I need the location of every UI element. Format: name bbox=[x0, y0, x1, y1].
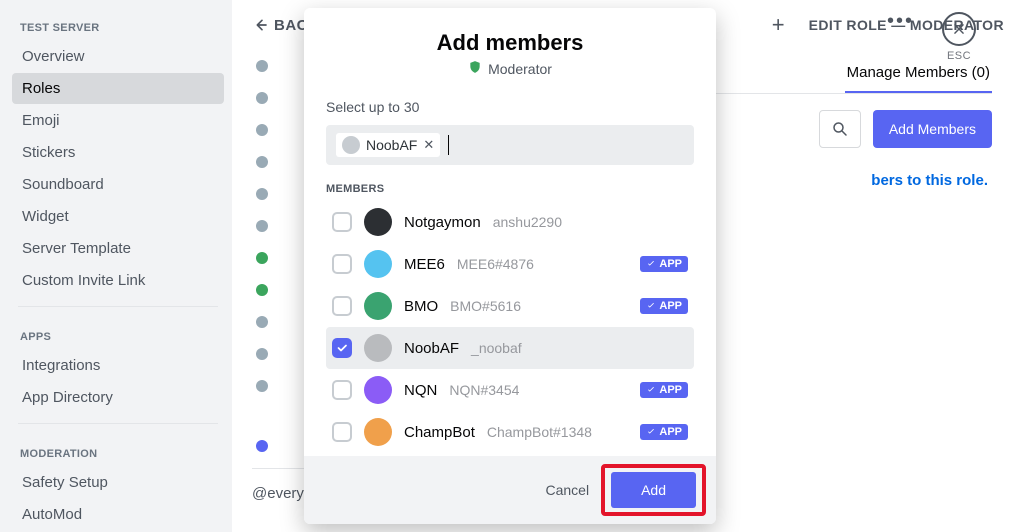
role-color-dot bbox=[256, 252, 268, 264]
member-search-input[interactable] bbox=[457, 134, 684, 156]
modal-title: Add members bbox=[324, 30, 696, 56]
member-tag: NQN#3454 bbox=[449, 382, 519, 398]
settings-sidebar: TEST SERVER Overview Roles Emoji Sticker… bbox=[0, 0, 232, 532]
close-icon[interactable] bbox=[942, 12, 976, 46]
sidebar-item-soundboard[interactable]: Soundboard bbox=[12, 169, 224, 200]
member-name: Notgaymon bbox=[404, 214, 481, 231]
member-name: NQN bbox=[404, 382, 437, 399]
esc-label: ESC bbox=[947, 50, 971, 62]
app-badge: APP bbox=[640, 424, 688, 440]
members-list[interactable]: Notgaymon anshu2290MEE6 MEE6#4876APPBMO … bbox=[326, 201, 706, 456]
sidebar-item-emoji[interactable]: Emoji bbox=[12, 105, 224, 136]
select-limit-hint: Select up to 30 bbox=[326, 99, 694, 115]
member-tag: anshu2290 bbox=[493, 214, 562, 230]
sidebar-category-server: TEST SERVER bbox=[12, 8, 224, 40]
modal-role-name: Moderator bbox=[488, 61, 552, 77]
members-heading: MEMBERS bbox=[326, 183, 694, 195]
sidebar-item-integrations[interactable]: Integrations bbox=[12, 350, 224, 381]
add-members-button[interactable]: Add Members bbox=[873, 110, 992, 148]
member-tag: _noobaf bbox=[471, 340, 522, 356]
member-tag: BMO#5616 bbox=[450, 298, 521, 314]
member-checkbox[interactable] bbox=[332, 380, 352, 400]
role-color-dot bbox=[256, 156, 268, 168]
text-cursor bbox=[448, 135, 449, 155]
sidebar-item-custom-invite[interactable]: Custom Invite Link bbox=[12, 265, 224, 296]
selected-member-chip[interactable]: NoobAF ✕ bbox=[336, 133, 440, 157]
app-badge: APP bbox=[640, 256, 688, 272]
add-button[interactable]: Add bbox=[611, 472, 696, 508]
arrow-left-icon bbox=[252, 17, 268, 33]
modal-subtitle: Moderator bbox=[324, 60, 696, 77]
sidebar-item-app-directory[interactable]: App Directory bbox=[12, 382, 224, 413]
member-checkbox[interactable] bbox=[332, 422, 352, 442]
modal-header: Add members Moderator bbox=[304, 8, 716, 83]
sidebar-item-stickers[interactable]: Stickers bbox=[12, 137, 224, 168]
avatar bbox=[364, 376, 392, 404]
search-members-button[interactable] bbox=[819, 110, 861, 148]
sidebar-item-widget[interactable]: Widget bbox=[12, 201, 224, 232]
role-color-dot bbox=[256, 124, 268, 136]
role-color-dot bbox=[256, 440, 268, 452]
member-search-box[interactable]: NoobAF ✕ bbox=[326, 125, 694, 165]
member-name: ChampBot bbox=[404, 424, 475, 441]
sidebar-separator bbox=[18, 423, 218, 424]
search-icon bbox=[831, 120, 849, 138]
member-checkbox[interactable] bbox=[332, 296, 352, 316]
member-checkbox[interactable] bbox=[332, 212, 352, 232]
member-row[interactable]: MEE6 MEE6#4876 APP bbox=[326, 243, 694, 285]
member-row[interactable]: NoobAF _noobaf bbox=[326, 327, 694, 369]
role-color-dot bbox=[256, 348, 268, 360]
sidebar-item-automod[interactable]: AutoMod bbox=[12, 499, 224, 530]
avatar bbox=[364, 208, 392, 236]
avatar bbox=[364, 334, 392, 362]
avatar bbox=[364, 418, 392, 446]
app-badge: APP bbox=[640, 382, 688, 398]
member-row[interactable]: NQN NQN#3454 APP bbox=[326, 369, 694, 411]
member-tag: ChampBot#1348 bbox=[487, 424, 592, 440]
member-tag: MEE6#4876 bbox=[457, 256, 534, 272]
app-badge: APP bbox=[640, 298, 688, 314]
avatar bbox=[364, 292, 392, 320]
sidebar-item-overview[interactable]: Overview bbox=[12, 41, 224, 72]
member-row[interactable]: ChampBot ChampBot#1348 APP bbox=[326, 411, 694, 453]
role-color-dot bbox=[256, 220, 268, 232]
shield-icon bbox=[468, 60, 482, 77]
add-role-icon[interactable]: + bbox=[772, 12, 785, 38]
close-settings[interactable]: ESC bbox=[942, 12, 976, 62]
sidebar-item-server-template[interactable]: Server Template bbox=[12, 233, 224, 264]
sidebar-item-roles[interactable]: Roles bbox=[12, 73, 224, 104]
sidebar-separator bbox=[18, 306, 218, 307]
overflow-menu-icon[interactable]: ••• bbox=[887, 10, 914, 33]
member-checkbox[interactable] bbox=[332, 254, 352, 274]
member-name: NoobAF bbox=[404, 340, 459, 357]
tab-manage-members[interactable]: Manage Members (0) bbox=[845, 58, 992, 93]
add-members-modal: Add members Moderator Select up to 30 No… bbox=[304, 8, 716, 524]
role-color-dot bbox=[256, 316, 268, 328]
sidebar-item-safety-setup[interactable]: Safety Setup bbox=[12, 467, 224, 498]
member-name: MEE6 bbox=[404, 256, 445, 273]
member-row[interactable]: Notgaymon anshu2290 bbox=[326, 201, 694, 243]
chip-label: NoobAF bbox=[366, 137, 417, 153]
member-name: BMO bbox=[404, 298, 438, 315]
sidebar-category-moderation: MODERATION bbox=[12, 434, 224, 466]
role-color-dot bbox=[256, 380, 268, 392]
member-checkbox[interactable] bbox=[332, 338, 352, 358]
cancel-button[interactable]: Cancel bbox=[531, 472, 603, 508]
modal-footer: Cancel Add bbox=[304, 456, 716, 524]
role-color-dot bbox=[256, 60, 268, 72]
avatar bbox=[342, 136, 360, 154]
role-color-dot bbox=[256, 188, 268, 200]
role-color-dot bbox=[256, 92, 268, 104]
member-row[interactable]: BMO BMO#5616 APP bbox=[326, 285, 694, 327]
remove-chip-icon[interactable]: ✕ bbox=[423, 137, 434, 153]
role-color-dot bbox=[256, 284, 268, 296]
sidebar-category-apps: APPS bbox=[12, 317, 224, 349]
avatar bbox=[364, 250, 392, 278]
